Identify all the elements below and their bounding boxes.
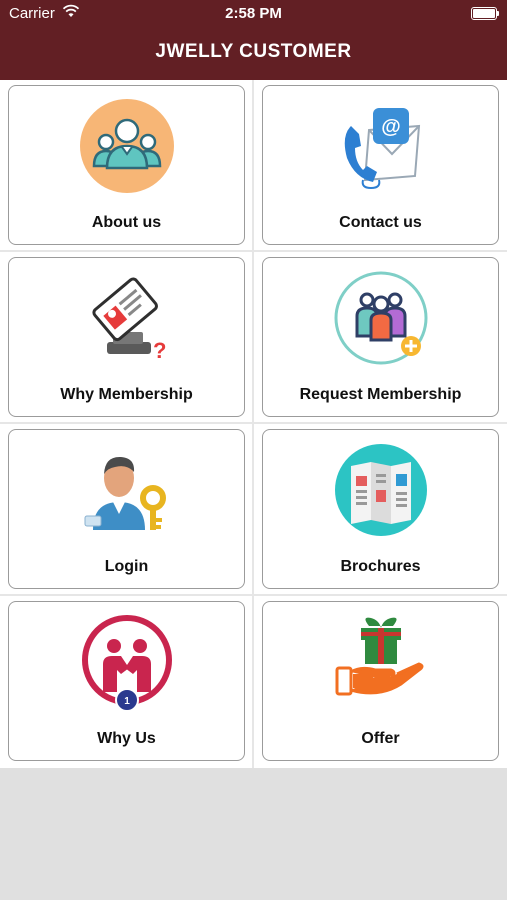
why-membership-tile[interactable]: ? Why Membership (8, 257, 245, 417)
menu-grid: About us @ Contact us ? Why Membership R… (0, 80, 507, 768)
user-key-icon (9, 440, 244, 540)
why-us-tile[interactable]: 1 Why Us (8, 601, 245, 761)
request-membership-label: Request Membership (299, 386, 462, 403)
contact-us-label: Contact us (339, 214, 422, 231)
why-us-badge: 1 (124, 696, 130, 707)
status-bar: Carrier 2:58 PM (0, 0, 507, 28)
gift-hand-icon (263, 612, 498, 712)
request-membership-tile[interactable]: Request Membership (262, 257, 499, 417)
row-divider (0, 422, 507, 424)
svg-text:?: ? (153, 338, 166, 363)
status-time: 2:58 PM (225, 5, 282, 22)
brochure-icon (263, 440, 498, 540)
brochures-tile[interactable]: Brochures (262, 429, 499, 589)
membership-card-icon: ? (9, 268, 244, 368)
add-members-icon (263, 268, 498, 368)
login-tile[interactable]: Login (8, 429, 245, 589)
row-divider (0, 594, 507, 596)
contact-us-tile[interactable]: @ Contact us (262, 85, 499, 245)
about-us-label: About us (91, 214, 162, 231)
handshake-icon: 1 (9, 612, 244, 712)
login-label: Login (104, 558, 149, 575)
phone-email-icon: @ (263, 96, 498, 196)
row-divider (0, 250, 507, 252)
team-icon (9, 96, 244, 196)
column-divider (252, 80, 254, 768)
svg-text:@: @ (381, 116, 401, 138)
battery-icon (471, 7, 499, 20)
about-us-tile[interactable]: About us (8, 85, 245, 245)
why-us-label: Why Us (97, 730, 156, 747)
offer-label: Offer (361, 730, 400, 747)
app-header: Carrier 2:58 PM JWELLY CUSTOMER (0, 0, 507, 80)
offer-tile[interactable]: Offer (262, 601, 499, 761)
page-title: JWELLY CUSTOMER (155, 41, 352, 62)
why-membership-label: Why Membership (60, 386, 193, 403)
brochures-label: Brochures (340, 558, 421, 575)
